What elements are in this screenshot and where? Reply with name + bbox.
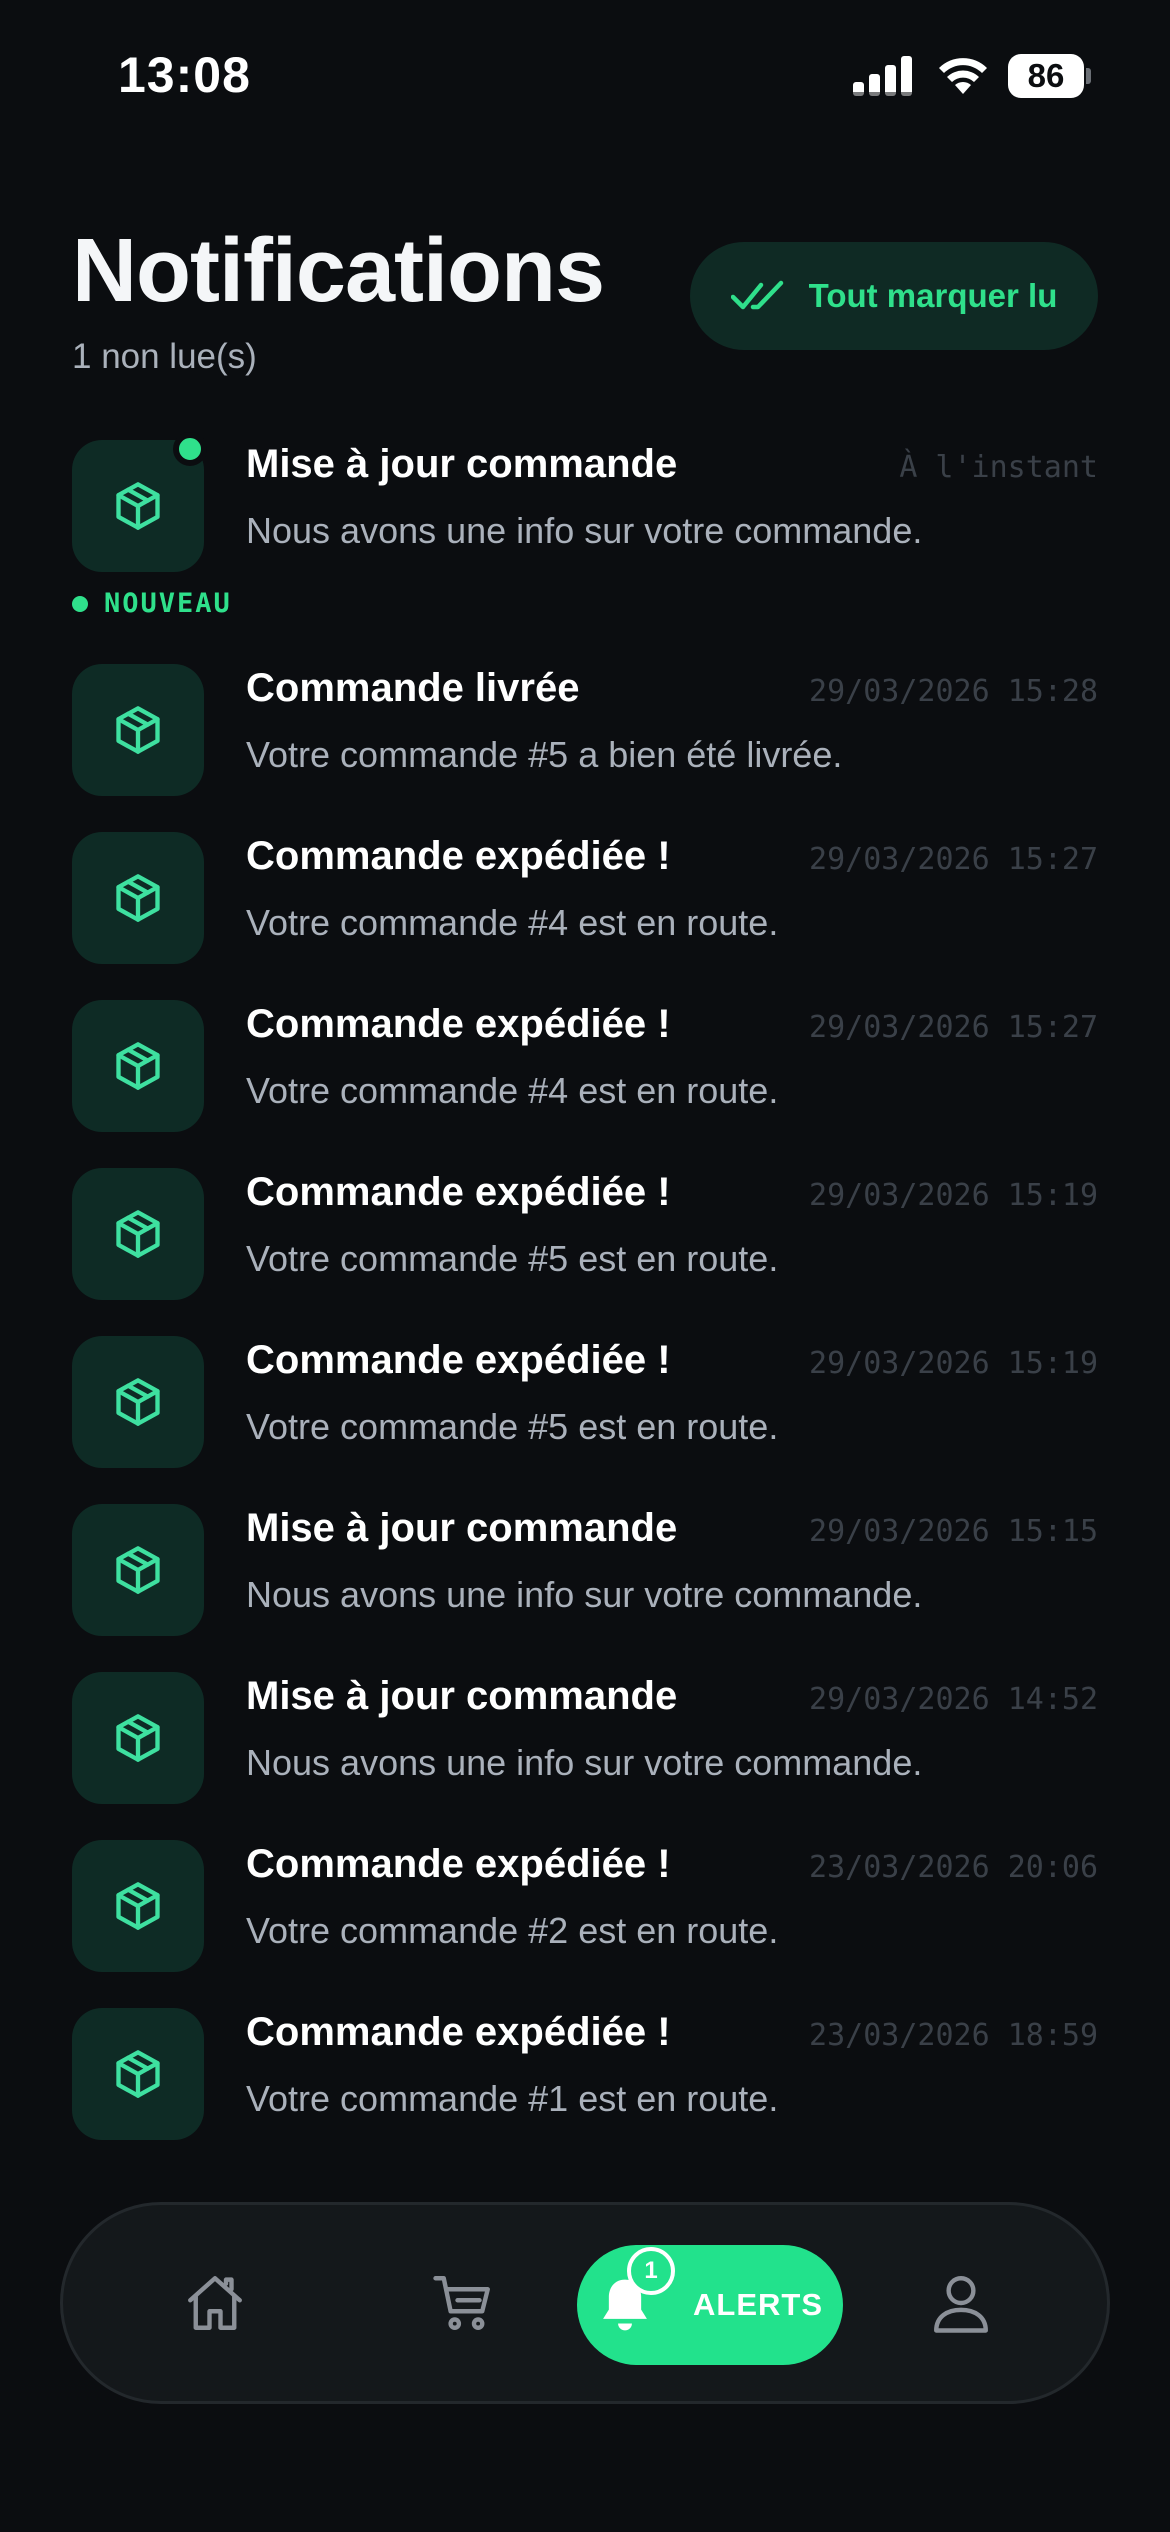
notification-title: Commande expédiée ! [246,1842,671,1886]
nav-alerts[interactable]: 1 ALERTS [577,2245,843,2365]
notification-time: 29/03/2026 15:19 [809,1178,1098,1213]
notification-title: Commande expédiée ! [246,2010,671,2054]
notification-body: Votre commande #5 est en route. [246,1406,779,1447]
bell-wrap: 1 [597,2247,675,2335]
unread-count: 1 non lue(s) [72,337,257,376]
notification-title: Mise à jour commande [246,442,678,486]
notification-item[interactable]: Commande livrée 29/03/2026 15:28 Votre c… [0,652,1170,820]
notification-time: 29/03/2026 15:19 [809,1346,1098,1381]
notification-icon-tile [72,1504,204,1636]
notification-item[interactable]: Commande expédiée ! 23/03/2026 18:59 Vot… [0,1996,1170,2164]
notification-body: Nous avons une info sur votre commande. [246,510,923,551]
unread-dot [173,432,207,466]
notification-list: Mise à jour commande À l'instant Nous av… [0,428,1170,2164]
notification-item[interactable]: Commande expédiée ! 29/03/2026 15:27 Vot… [0,820,1170,988]
battery-indicator: 86 [1008,54,1091,98]
notification-title: Commande expédiée ! [246,1338,671,1382]
notification-title: Commande expédiée ! [246,834,671,878]
package-icon [116,1882,160,1930]
package-icon [116,1210,160,1258]
mark-all-read-button[interactable]: Tout marquer lu [690,242,1098,350]
nav-home[interactable] [155,2205,275,2401]
notification-icon-tile [72,1672,204,1804]
page-title: Notifications [72,221,605,321]
notification-time: 29/03/2026 15:28 [809,674,1098,709]
nav-profile[interactable] [901,2205,1021,2401]
wifi-icon [939,58,987,94]
bottom-nav: 1 ALERTS [60,2202,1110,2404]
status-bar: 13:08 86 [0,0,1170,150]
notification-time: 29/03/2026 14:52 [809,1682,1098,1717]
alerts-badge: 1 [627,2247,675,2295]
notification-icon-tile [72,832,204,964]
nav-alerts-label: ALERTS [693,2287,823,2322]
notification-time: 29/03/2026 15:27 [809,1010,1098,1045]
notification-item[interactable]: Commande expédiée ! 23/03/2026 20:06 Vot… [0,1828,1170,1996]
notification-time: À l'instant [899,450,1098,485]
battery-level: 86 [1027,57,1065,94]
notification-body: Votre commande #1 est en route. [246,2078,779,2119]
package-icon [116,1378,160,1426]
notification-time: 23/03/2026 18:59 [809,2018,1098,2053]
package-icon [116,1042,160,1090]
notification-title: Mise à jour commande [246,1674,678,1718]
notification-title: Commande livrée [246,666,580,710]
notification-title: Commande expédiée ! [246,1002,671,1046]
notification-time: 29/03/2026 15:15 [809,1514,1098,1549]
home-icon [188,2276,242,2330]
nav-cart[interactable] [403,2205,523,2401]
notification-item[interactable]: Mise à jour commande 29/03/2026 15:15 No… [0,1492,1170,1660]
notification-icon-tile [72,2008,204,2140]
notification-icon-tile [72,1168,204,1300]
status-time: 13:08 [118,47,251,103]
notification-item[interactable]: Commande expédiée ! 29/03/2026 15:19 Vot… [0,1324,1170,1492]
notification-body: Votre commande #5 a bien été livrée. [246,734,843,775]
notification-item[interactable]: Commande expédiée ! 29/03/2026 15:27 Vot… [0,988,1170,1156]
new-label: NOUVEAU [104,588,232,619]
notification-item[interactable]: Mise à jour commande 29/03/2026 14:52 No… [0,1660,1170,1828]
package-icon [116,706,160,754]
notification-body: Nous avons une info sur votre commande. [246,1574,923,1615]
package-icon [116,874,160,922]
notification-icon-tile [72,1840,204,1972]
notification-body: Votre commande #5 est en route. [246,1238,779,1279]
notification-icon-tile [72,1336,204,1468]
notification-title: Mise à jour commande [246,1506,678,1550]
new-badge: NOUVEAU [72,588,232,619]
signal-icon [853,56,912,98]
notification-icon-tile [72,1000,204,1132]
notification-item[interactable]: Commande expédiée ! 29/03/2026 15:19 Vot… [0,1156,1170,1324]
notification-time: 23/03/2026 20:06 [809,1850,1098,1885]
package-icon [116,1714,160,1762]
notification-title: Commande expédiée ! [246,1170,671,1214]
notification-body: Nous avons une info sur votre commande. [246,1742,923,1783]
double-check-icon [730,280,783,310]
package-icon [116,2050,160,2098]
notification-body: Votre commande #2 est en route. [246,1910,779,1951]
package-icon [116,1546,160,1594]
notification-time: 29/03/2026 15:27 [809,842,1098,877]
mark-all-read-label: Tout marquer lu [808,277,1058,314]
new-dot [72,595,88,612]
notification-body: Votre commande #4 est en route. [246,902,779,943]
package-icon [116,482,160,530]
cart-icon [433,2276,490,2330]
notification-icon-tile [72,664,204,796]
user-icon [934,2276,988,2333]
notification-item[interactable]: Mise à jour commande À l'instant Nous av… [0,428,1170,652]
notification-body: Votre commande #4 est en route. [246,1070,779,1111]
